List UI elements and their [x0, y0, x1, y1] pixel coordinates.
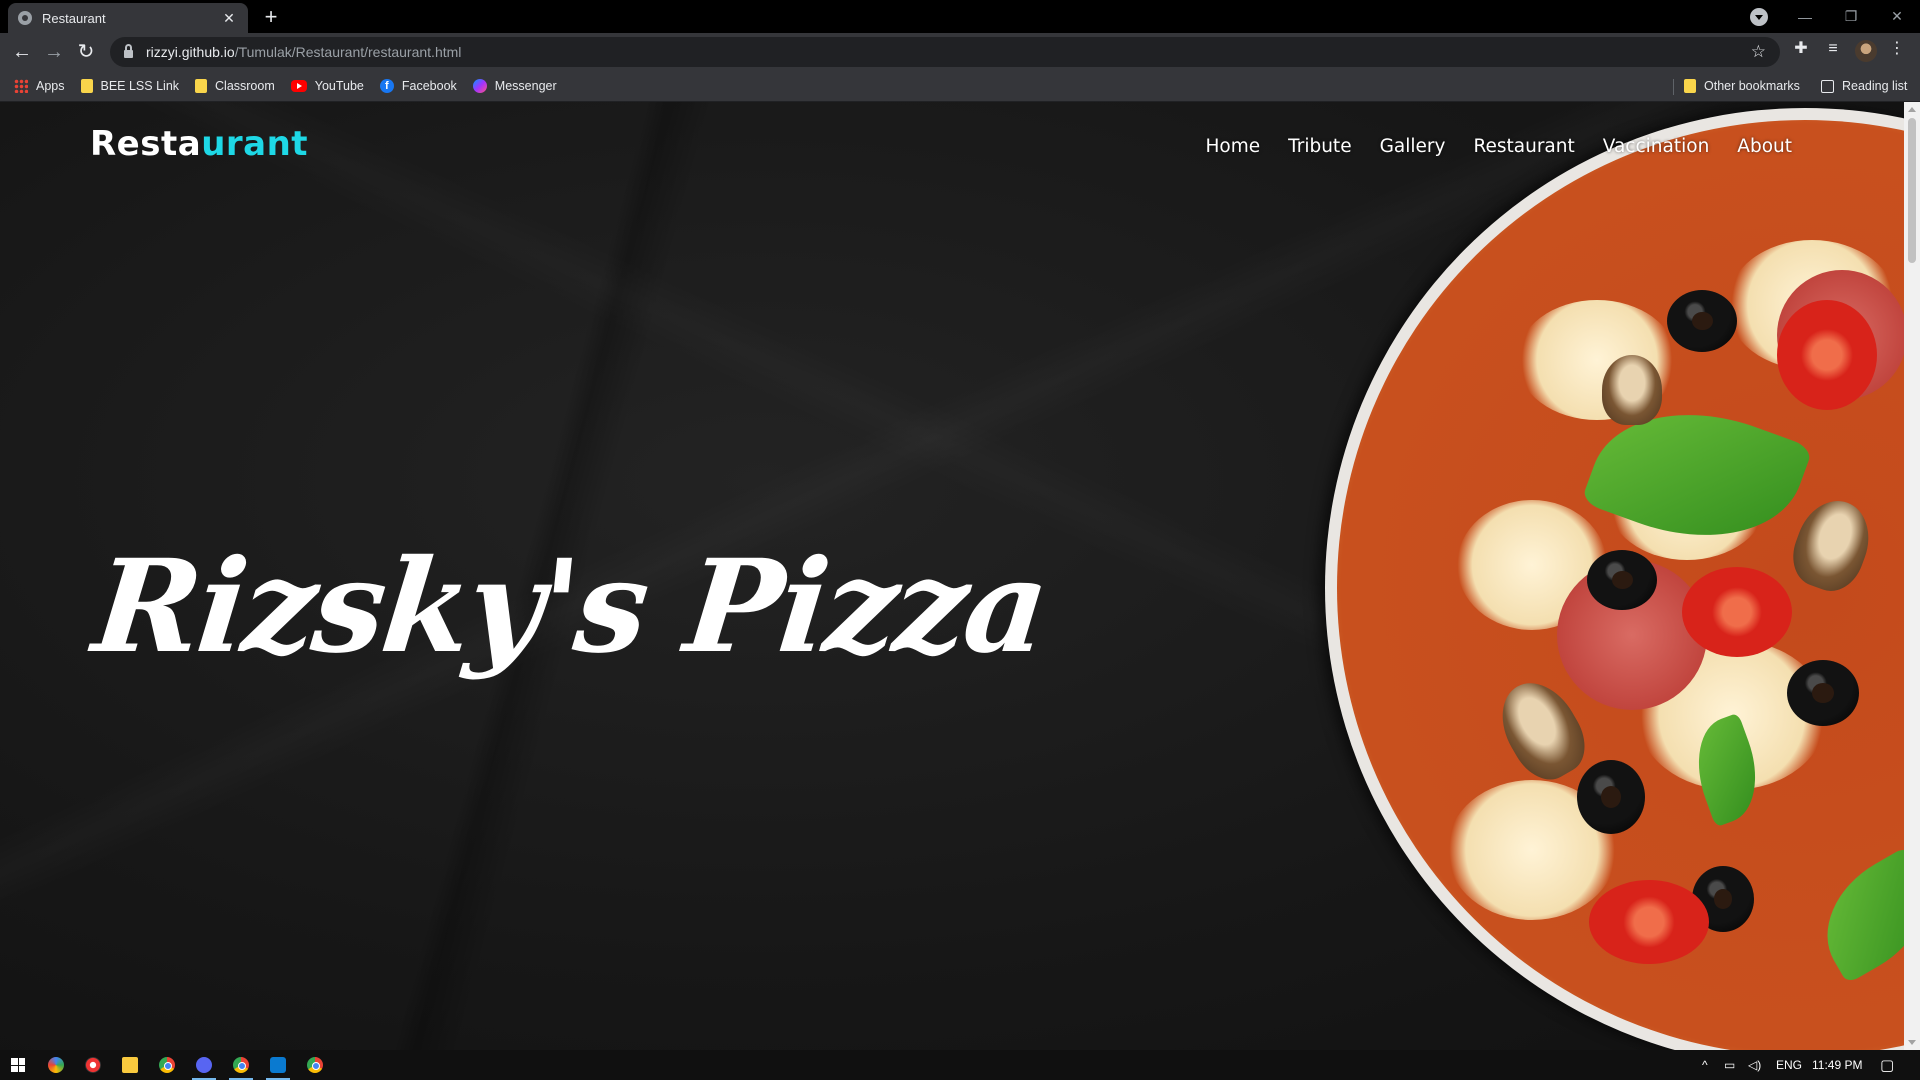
main-nav: Home Tribute Gallery Restaurant Vaccinat…: [1206, 136, 1793, 157]
browser-tab[interactable]: Restaurant ✕: [8, 3, 248, 33]
minimize-button[interactable]: —: [1782, 0, 1828, 33]
tray-overflow-icon[interactable]: ^: [1702, 1050, 1708, 1080]
reading-list-icon: [1821, 79, 1834, 93]
nav-tribute[interactable]: Tribute: [1288, 136, 1351, 157]
folder-icon: [1684, 79, 1696, 93]
folder-icon: [122, 1057, 138, 1073]
logo-text-accent: urant: [201, 124, 309, 164]
bookmark-youtube[interactable]: YouTube: [290, 79, 364, 93]
new-tab-button[interactable]: +: [258, 4, 284, 30]
bookmark-label: Facebook: [401, 79, 457, 93]
hero-title: Rizsky's Pizza: [87, 532, 1053, 682]
site-logo[interactable]: Restaurant: [90, 124, 308, 164]
bookmark-classroom[interactable]: Classroom: [195, 79, 275, 93]
bookmark-facebook[interactable]: f Facebook: [379, 79, 457, 93]
media-controls-icon[interactable]: ≡: [1822, 38, 1844, 60]
reload-icon[interactable]: ↻: [72, 38, 100, 66]
start-button[interactable]: [0, 1050, 36, 1080]
windows-logo-icon: [11, 1058, 25, 1072]
chrome-icon: [233, 1057, 249, 1073]
restore-button[interactable]: ❐: [1828, 0, 1874, 33]
lock-icon: [124, 44, 133, 58]
youtube-icon: [290, 80, 307, 92]
bookmark-label: YouTube: [314, 79, 364, 93]
scroll-thumb[interactable]: [1908, 118, 1916, 263]
scroll-down-icon[interactable]: [1908, 1040, 1916, 1045]
page-viewport: Restaurant Home Tribute Gallery Restaura…: [0, 102, 1904, 1050]
taskbar-app-2[interactable]: [75, 1050, 111, 1080]
page-scrollbar[interactable]: [1904, 102, 1920, 1050]
back-icon[interactable]: ←: [8, 38, 36, 66]
taskbar-chrome-2[interactable]: [223, 1050, 259, 1080]
chrome-icon: [307, 1057, 323, 1073]
language-indicator[interactable]: ENG: [1776, 1050, 1802, 1080]
url-path: /Tumulak/Restaurant/restaurant.html: [234, 44, 462, 60]
taskbar-file-explorer[interactable]: [112, 1050, 148, 1080]
bookmark-label: BEE LSS Link: [100, 79, 180, 93]
other-bookmarks-label: Other bookmarks: [1704, 79, 1800, 93]
apps-grid-icon: [14, 79, 28, 93]
bookmark-messenger[interactable]: Messenger: [472, 79, 557, 93]
folder-icon: [195, 79, 208, 93]
window-close-button[interactable]: ✕: [1874, 0, 1920, 33]
url-host: rizzyi.github.io: [146, 44, 235, 60]
chrome-icon: [159, 1057, 175, 1073]
folder-icon: [80, 79, 93, 93]
profile-avatar[interactable]: [1855, 40, 1877, 62]
scroll-up-icon[interactable]: [1908, 107, 1916, 112]
bookmark-bee-lss-link[interactable]: BEE LSS Link: [80, 79, 180, 93]
globe-icon: [18, 11, 32, 25]
bookmark-label: Classroom: [215, 79, 275, 93]
windows-taskbar: ^ ▭ ◁) ENG 11:49 PM ▢: [0, 1050, 1920, 1080]
notifications-icon[interactable]: ▢: [1880, 1050, 1894, 1080]
app-icon: [48, 1057, 64, 1073]
address-bar[interactable]: rizzyi.github.io /Tumulak/Restaurant/res…: [110, 37, 1780, 67]
tab-search-icon[interactable]: [1750, 8, 1768, 26]
nav-about[interactable]: About: [1737, 136, 1792, 157]
taskbar-chrome-3[interactable]: [297, 1050, 333, 1080]
taskbar-chrome-1[interactable]: [149, 1050, 185, 1080]
pizza-image: [1325, 108, 1904, 1050]
pizza-crust: [1337, 120, 1904, 1050]
nav-home[interactable]: Home: [1206, 136, 1261, 157]
network-icon[interactable]: ▭: [1724, 1050, 1735, 1080]
vscode-icon: [270, 1057, 286, 1073]
tab-bar: Restaurant ✕ + — ❐ ✕: [0, 0, 1920, 33]
messenger-icon: [472, 79, 487, 93]
bookmark-apps[interactable]: Apps: [14, 79, 65, 93]
bookmarks-divider: [1673, 79, 1674, 95]
obs-icon: [85, 1057, 101, 1073]
facebook-icon: f: [379, 79, 394, 93]
browser-toolbar: ← → ↻ rizzyi.github.io /Tumulak/Restaura…: [0, 33, 1920, 71]
bookmarks-bar: Apps BEE LSS Link Classroom YouTube f Fa…: [0, 71, 1920, 102]
bookmark-label: Messenger: [494, 79, 557, 93]
discord-icon: [196, 1057, 212, 1073]
nav-restaurant[interactable]: Restaurant: [1473, 136, 1574, 157]
reading-list[interactable]: Reading list: [1821, 79, 1907, 93]
bookmark-star-icon[interactable]: ☆: [1751, 42, 1766, 62]
bookmark-label: Apps: [36, 79, 65, 93]
menu-icon[interactable]: ⋮: [1886, 38, 1908, 60]
taskbar-app-1[interactable]: [38, 1050, 74, 1080]
taskbar-vscode[interactable]: [260, 1050, 296, 1080]
extensions-icon[interactable]: ✚: [1790, 38, 1812, 60]
other-bookmarks[interactable]: Other bookmarks: [1684, 79, 1800, 93]
clock[interactable]: 11:49 PM: [1812, 1050, 1862, 1080]
nav-vaccination[interactable]: Vaccination: [1603, 136, 1710, 157]
volume-icon[interactable]: ◁): [1748, 1050, 1761, 1080]
forward-icon[interactable]: →: [40, 38, 68, 66]
close-tab-button[interactable]: ✕: [220, 10, 238, 27]
nav-gallery[interactable]: Gallery: [1380, 136, 1446, 157]
reading-list-label: Reading list: [1842, 79, 1908, 93]
taskbar-discord[interactable]: [186, 1050, 222, 1080]
tab-title: Restaurant: [42, 10, 106, 26]
logo-text-primary: Resta: [90, 124, 202, 164]
